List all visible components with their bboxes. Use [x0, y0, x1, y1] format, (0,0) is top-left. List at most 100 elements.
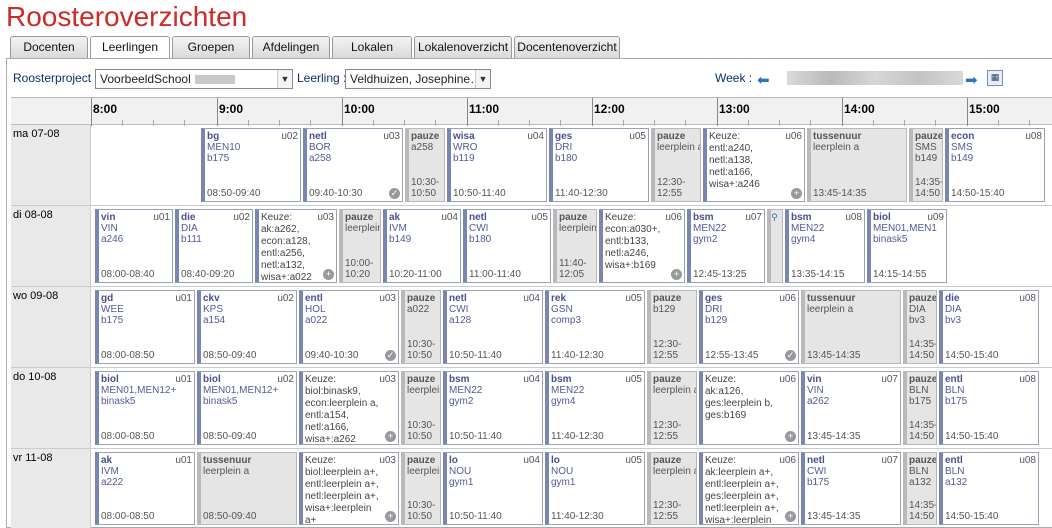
lesson-block[interactable]: biol MEN01,MEN12+ binask5 08:50-09:40 u02	[197, 371, 297, 445]
lesson-detail: b180	[469, 234, 492, 245]
check-icon[interactable]: ✓	[785, 350, 796, 361]
time-range: 10:50-11:40	[453, 188, 506, 199]
tab-afdelingen[interactable]: Afdelingen	[252, 36, 330, 59]
tab-leerlingen[interactable]: Leerlingen	[90, 36, 170, 60]
student-select[interactable]: Veldhuizen, Josephine… ▼	[345, 69, 491, 89]
tab-lokalenoverzicht[interactable]: Lokalenoverzicht	[414, 36, 512, 59]
break-block[interactable]: ⚲	[767, 209, 783, 283]
lesson-block[interactable]: bsm MEN22 gym4 11:40-12:30 u05	[545, 371, 645, 445]
lesson-block[interactable]: netl CWI b175 13:45-14:35 u07	[801, 452, 901, 525]
lesson-block[interactable]: econ SMS b149 14:50-15:40 u08	[945, 128, 1045, 202]
break-block[interactable]: pauze leerplein a 12:30-12:55	[647, 452, 697, 525]
period-number: u04	[523, 374, 540, 385]
lesson-block[interactable]: ak IVM b149 10:20-11:00 u04	[383, 209, 461, 283]
lesson-block[interactable]: bsm MEN22 gym2 10:50-11:40 u04	[443, 371, 543, 445]
plus-icon[interactable]: +	[785, 511, 796, 522]
day-label: vr 11-08	[11, 449, 91, 528]
arrow-left-icon[interactable]: ⬅	[757, 73, 770, 88]
plus-icon[interactable]: +	[385, 511, 396, 522]
break-block[interactable]: pauze b129 12:30-12:55	[647, 290, 697, 364]
check-icon[interactable]: ✓	[385, 350, 396, 361]
break-block[interactable]: tussenuur leerplein a 13:45-14:35	[801, 290, 901, 364]
lesson-block[interactable]: die DIA bv3 14:50-15:40 u08	[939, 290, 1039, 364]
break-block[interactable]: pauzeleerplein a 10:30-10:50	[401, 452, 441, 525]
choice-block[interactable]: Keuze: econ:a030+, entl:b133, netl:a246, wis…	[599, 209, 685, 283]
subject: pauze	[915, 131, 943, 142]
tab-docenten[interactable]: Docenten	[10, 36, 88, 59]
subject: pauze	[657, 131, 686, 142]
time-range: 08:00-08:50	[101, 511, 155, 522]
period-number: u02	[281, 131, 298, 142]
lesson-block[interactable]: bsm MEN22 gym2 12:45-13:25 u07	[687, 209, 765, 283]
break-block[interactable]: pauze BLN a132 14:35-14:50	[903, 452, 937, 525]
period-number: u04	[527, 131, 544, 142]
plus-icon[interactable]: +	[385, 431, 396, 442]
time-range: 13:45-14:35	[807, 431, 861, 442]
lesson-block[interactable]: ak IVM a222 08:00-08:50 u01	[95, 452, 195, 525]
lesson-block[interactable]: rek GSN comp3 11:40-12:30 u05	[545, 290, 645, 364]
period-number: u05	[625, 455, 642, 466]
break-block[interactable]: pauze leerplein a 12:30-12:55	[647, 371, 697, 445]
plus-icon[interactable]: +	[671, 269, 682, 280]
choice-block[interactable]: Keuze: biol:binask9, econ:leerplein a, entl…	[299, 371, 399, 445]
project-select[interactable]: VoorbeeldSchool ▼	[95, 69, 293, 89]
break-block[interactable]: pauzeleerplein a 10:00-10:20	[339, 209, 381, 283]
lesson-block[interactable]: entl BLN a132 14:50-15:40 u08	[939, 452, 1039, 525]
lesson-block[interactable]: ges DRI b180 11:40-12:30 u05	[549, 128, 649, 202]
break-block[interactable]: pauze BLN b175 14:35-14:50	[903, 371, 937, 445]
lesson-block[interactable]: vin VIN a246 08:00-08:40 u01	[95, 209, 173, 283]
period-number: u08	[845, 212, 862, 223]
check-icon[interactable]: ✓	[389, 188, 400, 199]
lesson-block[interactable]: lo NOU gym1 11:40-12:30 u05	[545, 452, 645, 525]
lesson-detail: b149	[389, 234, 412, 245]
arrow-right-icon[interactable]: ➡	[965, 73, 978, 88]
lesson-detail: binask5	[203, 396, 238, 407]
choice-line: ges:leerplein b,	[705, 398, 773, 409]
lesson-block[interactable]: biol MEN01,MEN1 binask5 14:15-14:55 u09	[867, 209, 947, 283]
subject: pauze	[411, 131, 440, 142]
tab-groepen[interactable]: Groepen	[172, 36, 250, 59]
period-number: u04	[523, 455, 540, 466]
lesson-block[interactable]: netl BOR a258 09:40-10:30 u03 ✓	[303, 128, 403, 202]
lesson-block[interactable]: gd WEE b175 08:00-08:50 u01	[95, 290, 195, 364]
lesson-block[interactable]: wisa WRO b119 10:50-11:40 u04	[447, 128, 547, 202]
choice-block[interactable]: Keuze: biol:leerplein a+, entl:leerplein a…	[299, 452, 399, 525]
choice-block[interactable]: Keuze: ak:a262, econ:a128, entl:a256, netl:a…	[255, 209, 337, 283]
lesson-detail: NOU	[551, 466, 574, 477]
break-block[interactable]: tussenuur leerplein a 08:50-09:40	[197, 452, 297, 525]
break-block[interactable]: pauze SMS b149 14:35-14:50	[909, 128, 943, 202]
lesson-block[interactable]: vin VIN a262 13:45-14:35 u07	[801, 371, 901, 445]
plus-icon[interactable]: +	[791, 188, 802, 199]
choice-block[interactable]: Keuze: entl:a240, netl:a138, netl:a166, wisa…	[703, 128, 805, 202]
lesson-detail: gym2	[693, 234, 718, 245]
time-range: 10:00-10:20	[345, 258, 374, 280]
break-block[interactable]: pauze a258 10:30-10:50	[405, 128, 445, 202]
break-block[interactable]: pauze DIA bv3 14:35-14:50	[903, 290, 937, 364]
break-block[interactable]: pauzeleerplein a 11:40-12:05	[553, 209, 597, 283]
lesson-block[interactable]: lo NOU gym1 10:50-11:40 u04	[443, 452, 543, 525]
break-block[interactable]: tussenuur leerplein a 13:45-14:35	[807, 128, 907, 202]
break-block[interactable]: pauze a022 10:30-10:50	[401, 290, 441, 364]
lesson-block[interactable]: bsm MEN22 gym4 13:35-14:15 u08	[785, 209, 865, 283]
choice-block[interactable]: Keuze: ak:leerplein a+, entl:leerplein a+,…	[699, 452, 799, 525]
lesson-block[interactable]: netl CWI b180 11:00-11:40 u05	[463, 209, 551, 283]
lesson-block[interactable]: ckv KPS a154 08:50-09:40 u02	[197, 290, 297, 364]
break-block[interactable]: pauzeleerplein a 10:30-10:50	[401, 371, 441, 445]
calendar-icon[interactable]: ▦	[987, 70, 1003, 86]
tab-lokalen[interactable]: Lokalen	[332, 36, 412, 59]
plus-icon[interactable]: +	[323, 269, 334, 280]
choice-block[interactable]: Keuze: ak:a126, ges:leerplein b, ges:b169 u0…	[699, 371, 799, 445]
search-icon[interactable]: ⚲	[771, 212, 780, 223]
period-number: u01	[175, 293, 192, 304]
lesson-block[interactable]: biol MEN01,MEN12+ binask5 08:00-08:50 u01	[95, 371, 195, 445]
lesson-block[interactable]: ges DRI b129 12:55-13:45 u06 ✓	[699, 290, 799, 364]
lesson-block[interactable]: netl CWI a128 10:50-11:40 u04	[443, 290, 543, 364]
lesson-block[interactable]: entl HOL a022 09:40-10:30 u03 ✓	[299, 290, 399, 364]
break-block[interactable]: pauze leerplein a 12:30-12:55	[651, 128, 701, 202]
plus-icon[interactable]: +	[785, 431, 796, 442]
lesson-detail: leerplein a	[807, 304, 854, 315]
lesson-block[interactable]: entl BLN b175 14:50-15:40 u08	[939, 371, 1039, 445]
lesson-block[interactable]: die DIA b111 08:40-09:20 u02	[175, 209, 253, 283]
lesson-block[interactable]: bg MEN10 b175 08:50-09:40 u02	[201, 128, 301, 202]
tab-docentenoverzicht[interactable]: Docentenoverzicht	[514, 36, 620, 59]
